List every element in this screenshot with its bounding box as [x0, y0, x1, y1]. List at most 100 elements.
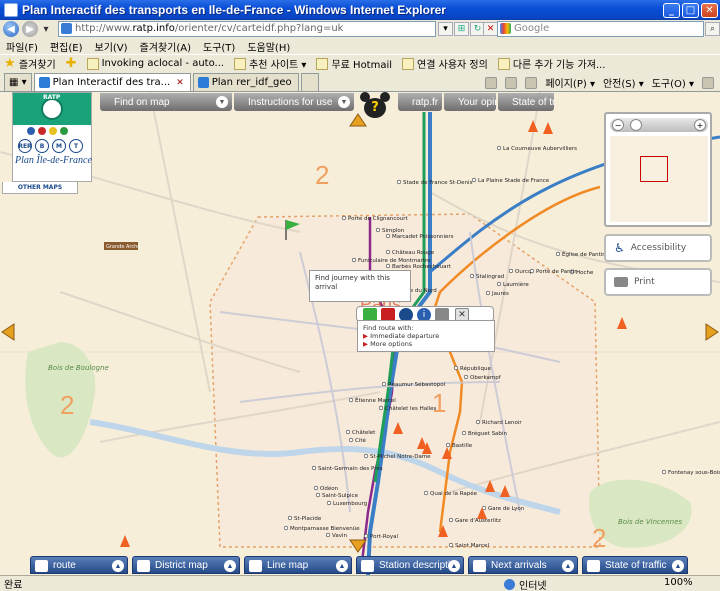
- tram-mode-icon[interactable]: T: [69, 139, 83, 153]
- station-marker[interactable]: [469, 273, 475, 279]
- station-marker[interactable]: [461, 430, 467, 436]
- station-label[interactable]: Porte de Clignancourt: [348, 216, 409, 222]
- zoom-out-icon[interactable]: −: [612, 119, 624, 131]
- url-dropdown[interactable]: ▾: [438, 22, 453, 36]
- station-label[interactable]: Saint Marcel: [455, 543, 489, 549]
- url-input[interactable]: http://www.ratp.info/orienter/cv/carteid…: [58, 21, 436, 37]
- immediate-departure-option[interactable]: ▶ Immediate departure: [363, 332, 489, 340]
- accessibility-button[interactable]: ♿ Accessibility: [604, 234, 712, 262]
- station-marker[interactable]: [471, 177, 477, 183]
- station-marker[interactable]: [555, 251, 561, 257]
- search-icon[interactable]: ⌕: [705, 22, 720, 36]
- station-label[interactable]: Odéon: [320, 485, 339, 492]
- station-label[interactable]: Saint-Sulpice: [322, 493, 359, 499]
- zoom-in-icon[interactable]: +: [694, 119, 706, 131]
- fav-item-suggested[interactable]: 추천 사이트 ▾: [234, 56, 306, 71]
- add-favorite-button[interactable]: ✚: [66, 56, 77, 71]
- favorites-button[interactable]: ★ 즐겨찾기: [4, 56, 56, 71]
- station-label[interactable]: Oberkampf: [470, 375, 502, 381]
- ratp-fr-tab[interactable]: ratp.fr: [398, 93, 442, 111]
- fav-item-addons[interactable]: 다른 추가 기능 가져...: [497, 56, 606, 71]
- station-marker[interactable]: [396, 179, 402, 185]
- station-marker[interactable]: [315, 492, 321, 498]
- station-marker[interactable]: [341, 215, 347, 221]
- search-input[interactable]: Google: [497, 21, 704, 37]
- security-zone[interactable]: 인터넷: [504, 577, 547, 591]
- station-marker[interactable]: [475, 419, 481, 425]
- station-marker[interactable]: [496, 145, 502, 151]
- station-label[interactable]: Jaurès: [491, 290, 509, 297]
- state-of-traffic-tab[interactable]: State of traffic ▲: [582, 556, 688, 574]
- english-flag-icon[interactable]: [38, 127, 46, 135]
- station-marker[interactable]: [348, 397, 354, 403]
- station-marker[interactable]: [453, 365, 459, 371]
- station-label[interactable]: Funiculaire de Montmartre: [358, 258, 431, 264]
- new-tab-button[interactable]: [300, 73, 319, 91]
- station-marker[interactable]: [423, 490, 429, 496]
- station-marker[interactable]: [385, 263, 391, 269]
- minimize-button[interactable]: _: [663, 2, 680, 18]
- zoom-slider[interactable]: − +: [610, 118, 708, 132]
- next-arrivals-tab[interactable]: Next arrivals ▲: [468, 556, 578, 574]
- station-marker[interactable]: [463, 374, 469, 380]
- station-label[interactable]: Stade de France St-Denis: [403, 180, 473, 186]
- compat-icon[interactable]: ⊞: [454, 22, 469, 36]
- tab-plan-interactif[interactable]: Plan Interactif des tra... ✕: [33, 73, 191, 91]
- station-marker[interactable]: [378, 405, 384, 411]
- menu-edit[interactable]: 편집(E): [50, 39, 83, 54]
- station-label[interactable]: République: [460, 365, 491, 372]
- back-button[interactable]: ◀: [3, 21, 19, 37]
- spanish-flag-icon[interactable]: [49, 127, 57, 135]
- stop-icon[interactable]: ✕: [483, 22, 498, 36]
- station-label[interactable]: St-Michel Notre-Dame: [370, 454, 431, 460]
- zoom-handle[interactable]: [630, 119, 642, 131]
- home-icon[interactable]: [485, 76, 498, 89]
- station-label[interactable]: Bréguet Sabin: [468, 430, 507, 437]
- station-label[interactable]: St-Placide: [294, 516, 322, 522]
- station-label[interactable]: Barbès Rochechouart: [392, 263, 452, 270]
- quick-tabs-button[interactable]: ▦ ▾: [4, 73, 32, 91]
- station-label[interactable]: Saint-Germain des Prés: [318, 465, 383, 472]
- more-options-option[interactable]: ▶ More options: [363, 340, 489, 348]
- station-label[interactable]: Vavin: [332, 533, 347, 539]
- tab-plan-rer[interactable]: Plan rer_idf_geo: [192, 73, 299, 91]
- station-label[interactable]: Fontenay sous-Bois: [668, 470, 720, 476]
- station-marker[interactable]: [529, 268, 535, 274]
- station-label[interactable]: Marcadet Poissonniers: [392, 234, 454, 240]
- italian-flag-icon[interactable]: [60, 127, 68, 135]
- station-marker[interactable]: [363, 533, 369, 539]
- station-marker[interactable]: [348, 437, 354, 443]
- bus-mode-icon[interactable]: B: [35, 139, 49, 153]
- station-marker[interactable]: [381, 381, 387, 387]
- help-icon[interactable]: [702, 76, 714, 89]
- close-button[interactable]: ✕: [701, 2, 718, 18]
- station-label[interactable]: Richard Lenoir: [482, 420, 522, 426]
- station-marker[interactable]: [287, 515, 293, 521]
- station-label[interactable]: Quai de la Rapée: [430, 490, 478, 497]
- station-label[interactable]: Château Rouge: [392, 249, 435, 256]
- history-dropdown[interactable]: ▾: [41, 21, 51, 37]
- station-label[interactable]: La Plaine Stade de France: [478, 178, 550, 184]
- station-label[interactable]: Hoche: [576, 270, 594, 276]
- station-label[interactable]: Montparnasse Bienvenüe: [290, 526, 360, 532]
- rer-mode-icon[interactable]: RER: [18, 139, 32, 153]
- station-marker[interactable]: [375, 227, 381, 233]
- find-on-map-tab[interactable]: Find on map ▼: [100, 93, 232, 111]
- menu-file[interactable]: 파일(F): [6, 39, 38, 54]
- map-viewport[interactable]: Paris 2 2 1 2 Bois de Boulogne Bois de V…: [0, 92, 720, 575]
- instructions-tab[interactable]: Instructions for use ▼: [234, 93, 354, 111]
- tools-menu[interactable]: 도구(O) ▾: [652, 75, 694, 90]
- station-label[interactable]: Châtelet les Halles: [385, 405, 437, 412]
- page-menu[interactable]: 페이지(P) ▾: [545, 75, 595, 90]
- station-label[interactable]: Ourcq: [515, 269, 531, 275]
- station-label[interactable]: Réaumur Sébastopol: [388, 381, 446, 388]
- station-label[interactable]: Église de Pantin: [562, 250, 606, 258]
- station-marker[interactable]: [326, 500, 332, 506]
- station-label[interactable]: Gare de Lyon: [488, 506, 525, 512]
- ratp-logo-panel[interactable]: RATP RER B M T Plan Île-de-France: [12, 92, 92, 182]
- station-label[interactable]: Cité: [355, 437, 367, 444]
- station-label[interactable]: Stalingrad: [476, 274, 504, 280]
- station-label[interactable]: Luxembourg: [333, 501, 367, 507]
- fav-item-custom-links[interactable]: 연결 사용자 정의: [402, 56, 488, 71]
- station-marker[interactable]: [445, 442, 451, 448]
